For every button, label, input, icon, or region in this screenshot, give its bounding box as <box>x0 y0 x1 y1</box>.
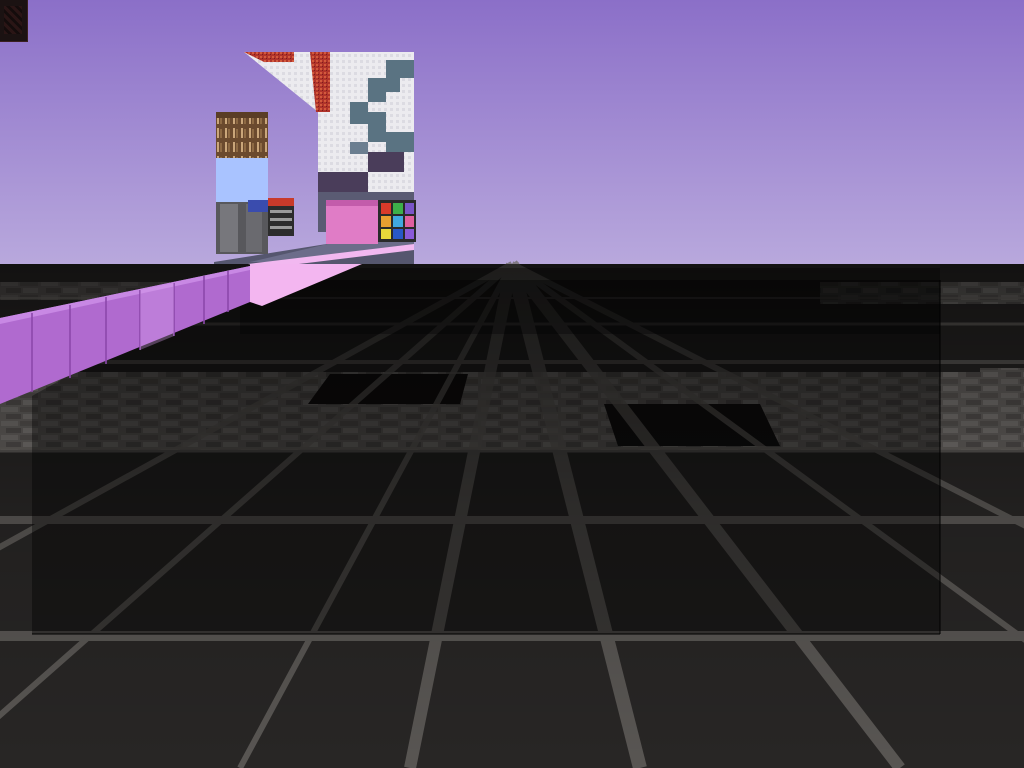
tnt-block[interactable] <box>268 198 294 236</box>
blue-small-block[interactable] <box>248 200 270 212</box>
light-blue-block[interactable] <box>216 158 268 202</box>
color-grid-block[interactable] <box>378 200 416 242</box>
bookshelf-block[interactable] <box>216 112 268 158</box>
sky <box>0 0 1024 268</box>
block-thumbnail-icon <box>0 0 28 42</box>
game-viewport[interactable] <box>0 0 1024 768</box>
pink-block[interactable] <box>326 200 378 244</box>
